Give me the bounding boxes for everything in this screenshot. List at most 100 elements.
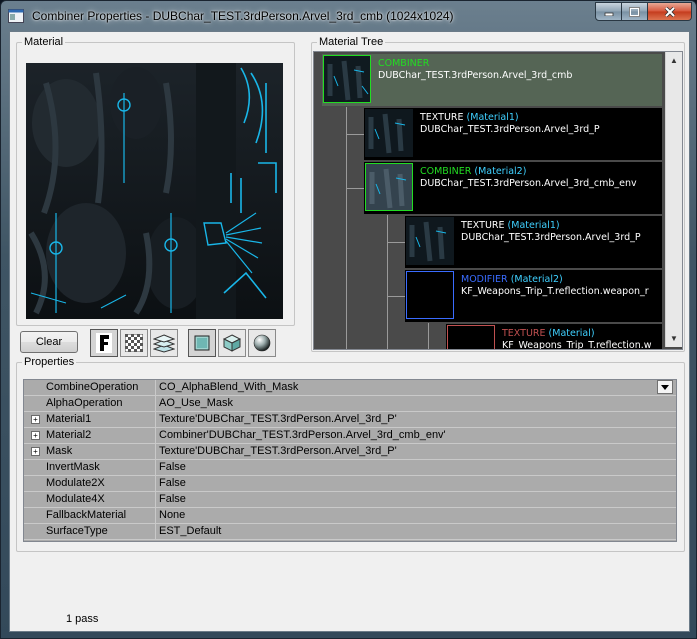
property-name: AlphaOperation (46, 397, 123, 409)
properties-grid[interactable]: CombineOperation CO_AlphaBlend_With_Mask… (23, 379, 677, 542)
minimize-button[interactable] (595, 2, 622, 21)
property-name: InvertMask (46, 461, 100, 473)
property-row[interactable]: InvertMask False (24, 460, 676, 476)
material-group-label: Material (22, 36, 66, 49)
client-area: Material Clear Material Tree COMBINER DU… (9, 31, 690, 632)
font-icon (96, 333, 112, 353)
property-value[interactable]: False (155, 460, 676, 475)
property-value[interactable]: AO_Use_Mask (155, 396, 676, 411)
property-value[interactable]: False (155, 492, 676, 507)
close-icon (664, 6, 675, 17)
layers-view-button[interactable] (150, 329, 178, 357)
tree-node-texture[interactable]: TEXTURE (Material1) DUBChar_TEST.3rdPers… (405, 216, 662, 268)
property-row[interactable]: + Material1 Texture'DUBChar_TEST.3rdPers… (24, 412, 676, 428)
node-name: DUBChar_TEST.3rdPerson.Arvel_3rd_P (420, 124, 600, 135)
dropdown-button[interactable] (657, 380, 673, 394)
tree-node-combiner[interactable]: COMBINER (Material2) DUBChar_TEST.3rdPer… (364, 162, 662, 214)
node-text: MODIFIER (Material2) KF_Weapons_Trip_T.r… (461, 274, 649, 298)
checker-background-button[interactable] (120, 329, 148, 357)
node-type: TEXTURE (461, 220, 505, 231)
property-row[interactable]: CombineOperation CO_AlphaBlend_With_Mask (24, 380, 676, 396)
node-thumbnail (323, 55, 371, 103)
property-value[interactable]: Texture'DUBChar_TEST.3rdPerson.Arvel_3rd… (155, 412, 676, 427)
property-name: Modulate4X (46, 493, 105, 505)
node-thumbnail (406, 217, 454, 265)
property-name: Material2 (46, 429, 92, 441)
status-bar: 1 pass (10, 611, 689, 631)
node-slot: (Material1) (507, 220, 560, 231)
property-value[interactable]: CO_AlphaBlend_With_Mask (155, 380, 676, 395)
node-name: KF_Weapons_Trip_T.reflection.w (502, 340, 652, 350)
property-value[interactable]: EST_Default (155, 524, 676, 539)
sphere-icon (253, 334, 271, 352)
tree-node-texture[interactable]: TEXTURE (Material) KF_Weapons_Trip_T.ref… (446, 324, 662, 350)
node-text: TEXTURE (Material1) DUBChar_TEST.3rdPers… (461, 220, 641, 244)
caption-buttons (595, 2, 692, 21)
tree-connector (387, 215, 388, 349)
node-slot: (Material) (548, 328, 595, 339)
property-row[interactable]: AlphaOperation AO_Use_Mask (24, 396, 676, 412)
node-name: KF_Weapons_Trip_T.reflection.weapon_r (461, 286, 649, 297)
property-value[interactable]: None (155, 508, 676, 523)
tree-connector (346, 107, 347, 349)
node-slot: (Material2) (474, 166, 527, 177)
maximize-button[interactable] (622, 2, 648, 21)
property-row[interactable]: Modulate4X False (24, 492, 676, 508)
checker-icon (125, 334, 143, 352)
property-name: Material1 (46, 413, 92, 425)
property-name: SurfaceType (46, 525, 108, 537)
node-name: DUBChar_TEST.3rdPerson.Arvel_3rd_P (461, 232, 641, 243)
property-name: Modulate2X (46, 477, 105, 489)
node-thumbnail (365, 109, 413, 157)
scroll-down-arrow-icon[interactable]: ▼ (666, 330, 682, 347)
node-thumbnail (406, 271, 454, 319)
material-texture-image (26, 63, 283, 319)
cube-preview-button[interactable] (218, 329, 246, 357)
node-type: MODIFIER (461, 274, 508, 285)
node-text: TEXTURE (Material) KF_Weapons_Trip_T.ref… (502, 328, 652, 350)
tree-connector (387, 242, 405, 243)
clear-button[interactable]: Clear (20, 331, 78, 353)
property-row[interactable]: + Material2 Combiner'DUBChar_TEST.3rdPer… (24, 428, 676, 444)
cube-icon (223, 334, 241, 352)
property-row[interactable]: Modulate2X False (24, 476, 676, 492)
property-name: FallbackMaterial (46, 509, 127, 521)
tree-connector (346, 188, 364, 189)
status-pass-count: 1 pass (66, 613, 99, 625)
node-type: TEXTURE (420, 112, 464, 123)
sphere-preview-button[interactable] (248, 329, 276, 357)
tree-connector (387, 296, 405, 297)
tree-vertical-scrollbar[interactable]: ▲ ▼ (665, 52, 682, 347)
node-name: DUBChar_TEST.3rdPerson.Arvel_3rd_cmb_env (420, 178, 637, 189)
material-tree[interactable]: COMBINER DUBChar_TEST.3rdPerson.Arvel_3r… (313, 51, 683, 350)
tree-node-modifier[interactable]: MODIFIER (Material2) KF_Weapons_Trip_T.r… (405, 270, 662, 322)
property-name: CombineOperation (46, 381, 139, 393)
properties-group-label: Properties (22, 356, 77, 369)
title-bar[interactable]: Combiner Properties - DUBChar_TEST.3rdPe… (1, 1, 697, 31)
font-view-button[interactable] (90, 329, 118, 357)
node-name: DUBChar_TEST.3rdPerson.Arvel_3rd_cmb (378, 70, 573, 81)
scroll-up-arrow-icon[interactable]: ▲ (666, 52, 682, 69)
close-button[interactable] (648, 2, 692, 21)
property-value[interactable]: False (155, 476, 676, 491)
node-thumbnail (447, 325, 495, 349)
app-icon (8, 9, 24, 23)
property-row[interactable]: SurfaceType EST_Default (24, 524, 676, 540)
material-tree-group-label: Material Tree (317, 36, 386, 49)
tree-node-texture[interactable]: TEXTURE (Material1) DUBChar_TEST.3rdPers… (364, 108, 662, 160)
property-value[interactable]: Texture'DUBChar_TEST.3rdPerson.Arvel_3rd… (155, 444, 676, 459)
node-type: TEXTURE (502, 328, 546, 339)
property-row[interactable]: + Mask Texture'DUBChar_TEST.3rdPerson.Ar… (24, 444, 676, 460)
node-thumbnail (365, 163, 413, 211)
node-slot: (Material1) (466, 112, 519, 123)
minimize-icon (604, 12, 613, 16)
node-type: COMBINER (420, 166, 472, 177)
window-frame: Combiner Properties - DUBChar_TEST.3rdPe… (0, 0, 697, 639)
property-row[interactable]: FallbackMaterial None (24, 508, 676, 524)
property-value[interactable]: Combiner'DUBChar_TEST.3rdPerson.Arvel_3r… (155, 428, 676, 443)
window-title: Combiner Properties - DUBChar_TEST.3rdPe… (32, 9, 454, 23)
node-slot: (Material2) (510, 274, 563, 285)
tree-node-combiner-root[interactable]: COMBINER DUBChar_TEST.3rdPerson.Arvel_3r… (322, 54, 662, 106)
plane-preview-button[interactable] (188, 329, 216, 357)
tree-connector (346, 134, 364, 135)
